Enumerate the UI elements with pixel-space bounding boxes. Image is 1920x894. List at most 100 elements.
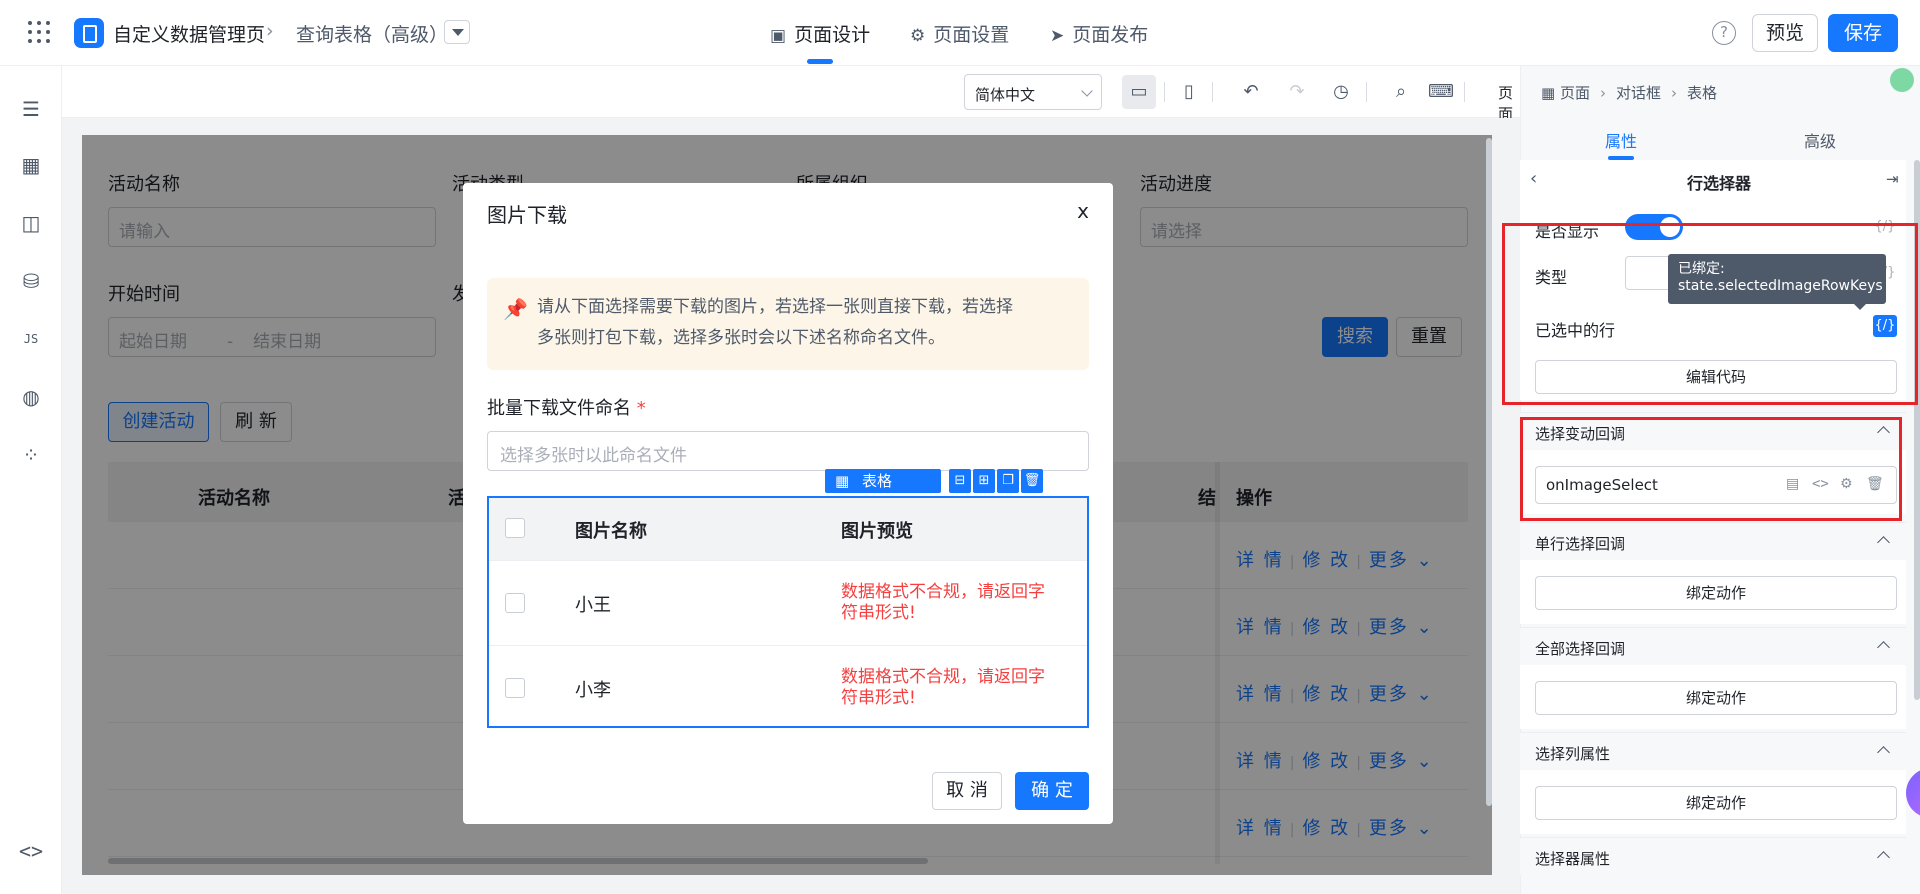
breadcrumb-item[interactable]: 对话框: [1616, 84, 1661, 102]
divider: [1464, 82, 1465, 102]
dialog-title: 图片下载: [487, 203, 567, 227]
section-header[interactable]: 选择器属性: [1520, 837, 1906, 875]
selected-component-toolbar: ▦ 表格 ⊟ ⊞ ❐ 🗑: [825, 469, 1089, 493]
gear-icon: ⚙: [910, 26, 926, 46]
close-icon[interactable]: x: [1077, 199, 1089, 223]
breadcrumb-item[interactable]: 页面: [1560, 84, 1590, 102]
section-header[interactable]: 单行选择回调: [1520, 522, 1906, 560]
canvas-toolbar: 简体中文 ▭ ▯ ↶ ↷ ◷ ⌕ ⌨ 页面属性 new: [62, 66, 1583, 165]
page-dropdown-button[interactable]: [444, 20, 470, 44]
add-icon[interactable]: ⊞: [973, 469, 995, 493]
desktop-icon[interactable]: ▭: [1122, 75, 1156, 109]
bind-action-button[interactable]: 绑定动作: [1535, 576, 1897, 610]
app-logo-icon: [74, 18, 104, 48]
chevron-right-icon: ›: [1599, 84, 1606, 102]
avatar[interactable]: [1890, 68, 1914, 92]
highlight-box: [1520, 417, 1902, 521]
image-download-dialog: 图片下载 x 📌 请从下面选择需要下载的图片，若选择一张则直接下载，若选择 多张…: [463, 183, 1113, 824]
notice-alert: 📌 请从下面选择需要下载的图片，若选择一张则直接下载，若选择 多张则打包下载，选…: [487, 278, 1089, 370]
chevron-up-icon: [1877, 746, 1890, 759]
table-row: 小王 数据格式不合规，请返回字符串形式!: [489, 560, 1087, 645]
tab-page-settings[interactable]: ⚙ 页面设置: [910, 20, 1009, 47]
row-checkbox[interactable]: [505, 678, 525, 698]
column-header: 图片名称: [575, 521, 647, 542]
table-icon: ▦: [835, 472, 854, 490]
plugins-icon[interactable]: ⁘: [18, 442, 44, 468]
table-icon: ▦: [1541, 84, 1560, 102]
image-preview-error: 数据格式不合规，请返回字符串形式!: [841, 667, 1045, 708]
cancel-button[interactable]: 取 消: [932, 772, 1002, 810]
image-preview-error: 数据格式不合规，请返回字符串形式!: [841, 582, 1045, 623]
data-source-icon[interactable]: ⛁: [18, 268, 44, 294]
canvas-scrollbar[interactable]: [1486, 138, 1492, 806]
breadcrumb: ▦ 页面 › 对话框 › 表格: [1541, 82, 1717, 103]
exit-icon[interactable]: ⇥: [1886, 170, 1899, 188]
bind-action-button[interactable]: 绑定动作: [1535, 786, 1897, 820]
row-checkbox[interactable]: [505, 593, 525, 613]
image-name: 小王: [575, 595, 611, 616]
copy-icon[interactable]: ❐: [997, 469, 1019, 493]
layout-icon: ▣: [770, 26, 787, 46]
highlight-box: [1502, 223, 1918, 405]
globe-icon[interactable]: ◍: [18, 384, 44, 410]
mobile-icon[interactable]: ▯: [1172, 75, 1206, 109]
section-header[interactable]: 全部选择回调: [1520, 627, 1906, 665]
help-icon[interactable]: ?: [1712, 21, 1736, 45]
tab-label: 页面设置: [933, 24, 1010, 46]
divider: [1366, 82, 1367, 102]
table-header: 图片名称 图片预览: [489, 498, 1087, 560]
chevron-up-icon: [1877, 641, 1890, 654]
history-icon[interactable]: ◷: [1324, 75, 1358, 109]
chevron-right-icon: ›: [1670, 84, 1677, 102]
select-all-checkbox[interactable]: [505, 518, 525, 538]
confirm-button[interactable]: 确 定: [1015, 772, 1089, 810]
app-name[interactable]: 自定义数据管理页: [113, 20, 265, 47]
undo-icon[interactable]: ↶: [1234, 75, 1268, 109]
notice-text-line1: 请从下面选择需要下载的图片，若选择一张则直接下载，若选择: [537, 297, 1013, 317]
page-name[interactable]: 查询表格（高级）: [296, 20, 448, 47]
language-select[interactable]: 简体中文: [964, 74, 1102, 110]
divider: [1164, 82, 1165, 102]
section-title: 全部选择回调: [1535, 640, 1626, 658]
tab-page-publish[interactable]: ➤ 页面发布: [1050, 20, 1148, 47]
section-header[interactable]: 选择列属性: [1520, 732, 1906, 770]
delete-icon[interactable]: 🗑: [1021, 469, 1043, 493]
tab-properties[interactable]: 属性: [1605, 128, 1637, 152]
chevron-up-icon: [1877, 851, 1890, 864]
bind-action-button[interactable]: 绑定动作: [1535, 681, 1897, 715]
outline-tree-icon[interactable]: ☰: [18, 96, 44, 122]
section-title: 单行选择回调: [1535, 535, 1626, 553]
file-name-input[interactable]: 选择多张时以此命名文件: [487, 431, 1089, 471]
table-row: 小李 数据格式不合规，请返回字符串形式!: [489, 645, 1087, 730]
notice-text-line2: 多张则打包下载，选择多张时会以下述名称命名文件。: [537, 328, 945, 348]
breadcrumb-item[interactable]: 表格: [1687, 84, 1717, 102]
component-tag-label: 表格: [861, 472, 892, 490]
image-table: 图片名称 图片预览 小王 数据格式不合规，请返回字符串形式! 小李 数据格式不合…: [487, 496, 1089, 728]
left-sidebar: ☰ ▦ ◫ ⛁ JS ◍ ⁘ <>: [0, 66, 62, 894]
pin-icon: 📌: [503, 297, 528, 321]
chevron-up-icon: [1877, 536, 1890, 549]
section-title: 选择器属性: [1535, 850, 1611, 868]
tab-page-design[interactable]: ▣ 页面设计: [770, 20, 870, 47]
components-icon[interactable]: ▦: [18, 152, 44, 178]
js-icon[interactable]: JS: [18, 326, 44, 352]
templates-icon[interactable]: ◫: [18, 210, 44, 236]
label-text: 批量下载文件命名: [487, 398, 631, 419]
tab-label: 页面设计: [794, 24, 871, 46]
tab-label: 页面发布: [1072, 24, 1149, 46]
file-name-label: 批量下载文件命名 *: [487, 394, 646, 420]
code-icon[interactable]: <>: [18, 838, 44, 864]
component-tag[interactable]: ▦ 表格: [825, 469, 941, 493]
active-tab-indicator: [807, 59, 833, 64]
redo-icon[interactable]: ↷: [1280, 75, 1314, 109]
preview-button[interactable]: 预览: [1752, 14, 1818, 52]
search-icon[interactable]: ⌕: [1384, 75, 1418, 109]
required-mark: *: [636, 398, 646, 419]
tab-advanced[interactable]: 高级: [1804, 128, 1836, 152]
image-name: 小李: [575, 680, 611, 701]
apps-grid-icon[interactable]: [28, 21, 50, 43]
back-icon[interactable]: ‹: [1530, 168, 1537, 189]
insert-above-icon[interactable]: ⊟: [949, 469, 971, 493]
keyboard-icon[interactable]: ⌨: [1424, 75, 1458, 109]
save-button[interactable]: 保存: [1828, 14, 1898, 52]
